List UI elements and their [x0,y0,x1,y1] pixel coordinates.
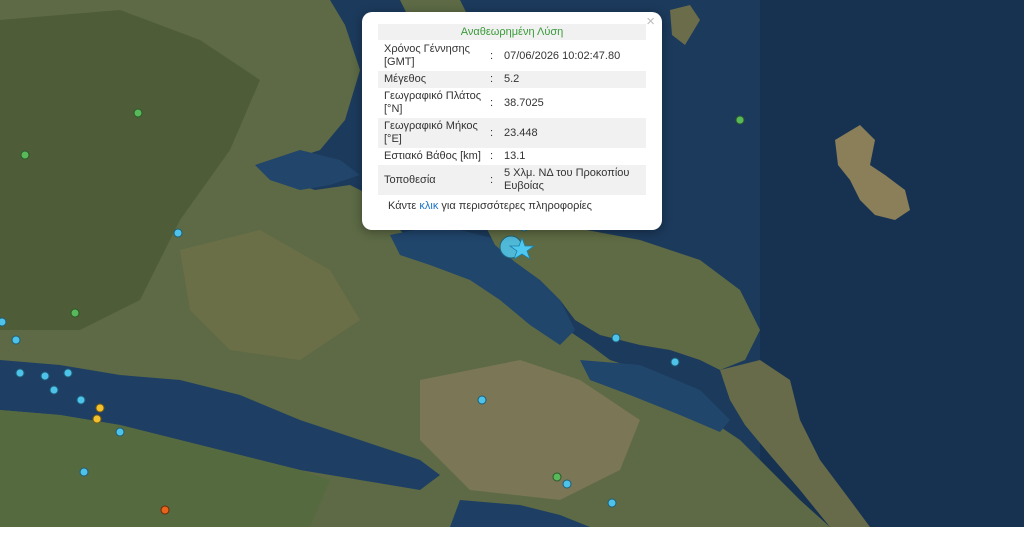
info-row: Γεωγραφικό Μήκος [°E]:23.448 [378,118,646,148]
info-label: Γεωγραφικό Μήκος [°E] [378,118,490,148]
info-row: Γεωγραφικό Πλάτος [°N]:38.7025 [378,88,646,118]
quake-marker[interactable] [611,333,621,343]
info-value: 13.1 [504,150,526,162]
quake-marker[interactable] [173,228,183,238]
bottom-strip [0,527,1024,533]
info-value: 5 Χλμ. ΝΔ του Προκοπίου Ευβοίας [498,165,646,195]
quake-marker[interactable] [92,414,102,424]
info-row: Τοποθεσία:5 Χλμ. ΝΔ του Προκοπίου Ευβοία… [378,165,646,195]
quake-marker[interactable] [160,505,170,515]
info-label: Εστιακό Βάθος [km] [384,150,481,162]
quake-marker[interactable] [670,357,680,367]
quake-marker[interactable] [76,395,86,405]
info-row: Χρόνος Γέννησης [GMT]:07/06/2026 10:02:4… [378,41,646,71]
quake-marker[interactable] [49,385,59,395]
info-value: 5.2 [498,71,646,88]
quake-marker[interactable] [552,472,562,482]
earthquake-info-popup: × Αναθεωρημένη Λύση Χρόνος Γέννησης [GMT… [362,12,662,230]
info-value: 07/06/2026 10:02:47.80 [504,49,621,62]
more-info-line: Κάντε κλικ για περισσότερες πληροφορίες [378,200,646,212]
more-info-suffix: για περισσότερες πληροφορίες [438,200,592,212]
info-value: 23.448 [498,118,646,148]
quake-marker[interactable] [70,308,80,318]
quake-marker[interactable] [607,498,617,508]
info-separator: : [490,165,498,195]
info-value: 38.7025 [504,96,544,109]
quake-marker[interactable] [40,371,50,381]
more-info-prefix: Κάντε [388,200,420,212]
quake-marker[interactable] [735,115,745,125]
quake-marker[interactable] [20,150,30,160]
info-separator: : [490,118,498,148]
popup-title: Αναθεωρημένη Λύση [378,24,646,40]
info-separator: : [490,71,498,88]
quake-marker[interactable] [95,403,105,413]
quake-marker[interactable] [15,368,25,378]
quake-marker[interactable] [477,395,487,405]
info-label: Τοποθεσία [378,165,490,195]
info-label: Μέγεθος [378,71,490,88]
info-table: Χρόνος Γέννησης [GMT]:07/06/2026 10:02:4… [378,41,646,195]
quake-marker[interactable] [133,108,143,118]
close-icon[interactable]: × [646,13,655,31]
info-label: Χρόνος Γέννησης [GMT] [384,43,470,68]
info-label: Γεωγραφικό Πλάτος [°N] [384,90,482,115]
more-info-link[interactable]: κλικ [419,200,438,212]
quake-marker[interactable] [63,368,73,378]
quake-marker[interactable] [11,335,21,345]
quake-marker[interactable] [79,467,89,477]
info-row: Εστιακό Βάθος [km]:13.1 [378,148,646,165]
info-row: Μέγεθος:5.2 [378,71,646,88]
info-separator: : [490,150,494,162]
quake-marker[interactable] [562,479,572,489]
quake-marker[interactable] [0,317,7,327]
info-separator: : [490,96,494,109]
info-separator: : [490,49,494,62]
quake-marker[interactable] [115,427,125,437]
